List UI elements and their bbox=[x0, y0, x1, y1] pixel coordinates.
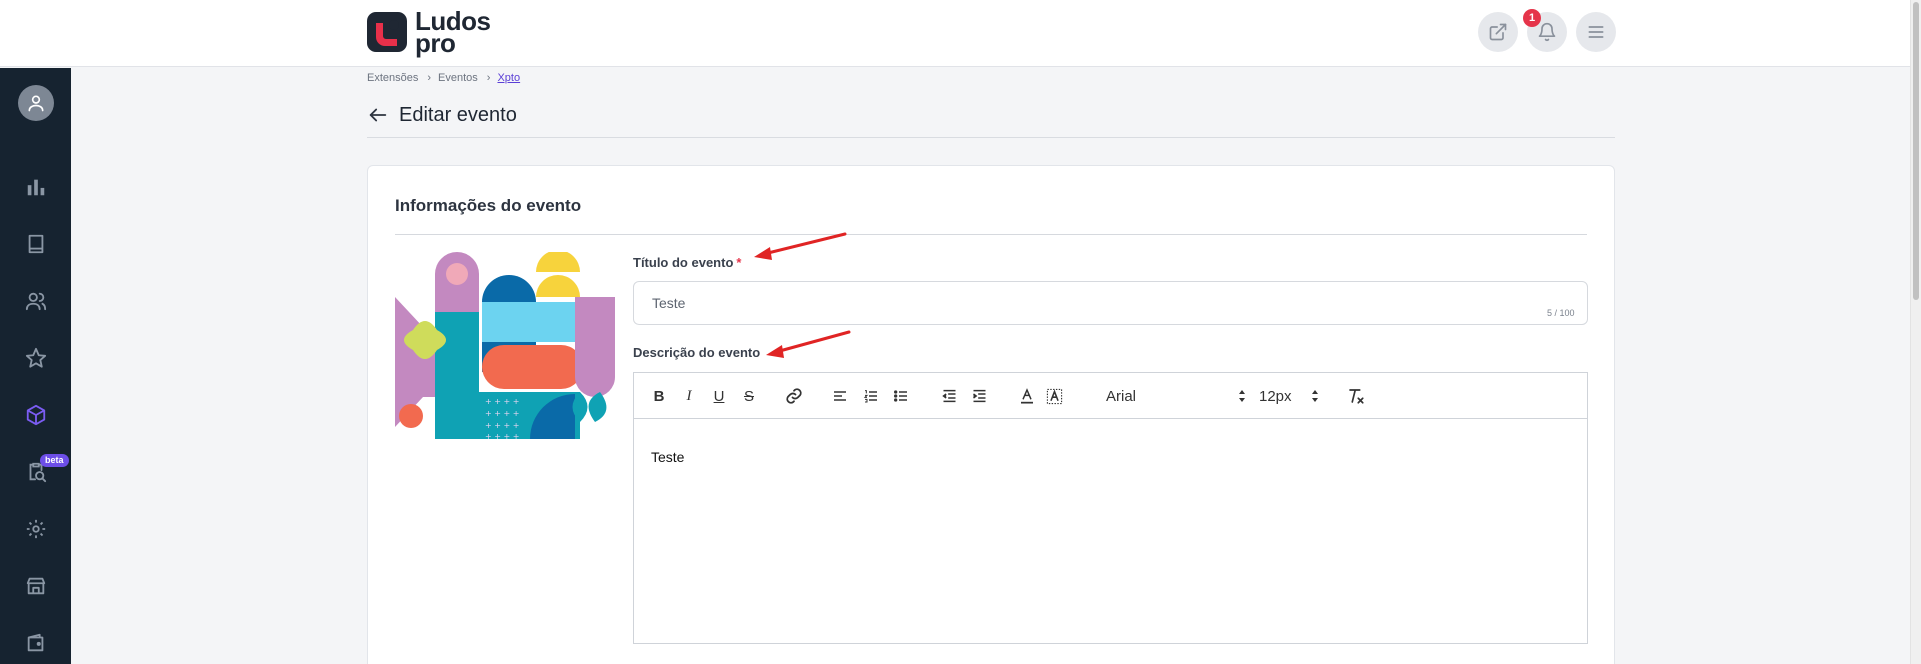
svg-text:+ + + +: + + + + bbox=[485, 409, 519, 418]
box-icon bbox=[26, 404, 45, 426]
indent-icon bbox=[972, 389, 985, 403]
sidebar-item-store[interactable] bbox=[0, 564, 71, 608]
rich-text-editor: B I U S Arial 12px Teste bbox=[633, 372, 1588, 644]
svg-text:+ + + +: + + + + bbox=[485, 397, 519, 406]
breadcrumb: Extensões › Eventos › Xpto bbox=[367, 72, 520, 84]
scrollbar-thumb[interactable] bbox=[1913, 2, 1919, 300]
title-char-counter: 5 / 100 bbox=[1547, 308, 1575, 318]
ordered-list-icon bbox=[863, 390, 877, 403]
event-image[interactable]: + + + + + + + + + + + + + + + + bbox=[395, 252, 615, 439]
notifications-button[interactable]: 1 bbox=[1523, 9, 1567, 52]
notification-count-badge: 1 bbox=[1523, 9, 1541, 27]
italic-button[interactable]: I bbox=[679, 386, 699, 406]
sidebar-item-courses[interactable] bbox=[0, 222, 71, 266]
external-link-button[interactable] bbox=[1478, 12, 1518, 52]
wallet-icon bbox=[27, 633, 43, 652]
chevron-right-icon: › bbox=[427, 72, 432, 84]
align-left-button[interactable] bbox=[830, 386, 850, 406]
menu-button[interactable] bbox=[1576, 12, 1616, 52]
event-title-input[interactable] bbox=[633, 281, 1588, 325]
title-label: Título do evento * bbox=[633, 255, 741, 270]
ordered-list-button[interactable] bbox=[861, 386, 881, 406]
gear-icon bbox=[26, 519, 45, 539]
title-label-text: Título do evento bbox=[633, 255, 734, 270]
sidebar-item-search[interactable]: beta bbox=[0, 450, 71, 494]
breadcrumb-item-extensions[interactable]: Extensões bbox=[367, 72, 418, 84]
breadcrumb-item-current[interactable]: Xpto bbox=[497, 72, 520, 84]
strikethrough-icon: S bbox=[743, 387, 754, 405]
font-family-value: Arial bbox=[1106, 387, 1137, 405]
chevron-right-icon: › bbox=[486, 72, 491, 84]
sort-arrows-icon bbox=[1239, 390, 1245, 402]
clear-format-button[interactable] bbox=[1346, 386, 1366, 406]
logo-text: Ludos pro bbox=[415, 8, 491, 56]
sidebar: beta bbox=[0, 68, 71, 664]
bar-chart-icon bbox=[27, 179, 44, 196]
logo-mark-icon bbox=[366, 9, 410, 55]
event-info-card: Informações do evento + + + + + + + + + + … bbox=[367, 165, 1615, 664]
underline-button[interactable]: U bbox=[709, 386, 729, 406]
top-bar: Ludos pro 1 bbox=[0, 0, 1910, 67]
bold-icon: B bbox=[653, 387, 665, 405]
sidebar-item-extensions[interactable] bbox=[0, 393, 71, 437]
link-button[interactable] bbox=[784, 386, 804, 406]
back-arrow-icon[interactable] bbox=[367, 104, 389, 126]
bold-button[interactable]: B bbox=[649, 386, 669, 406]
store-icon bbox=[26, 577, 45, 595]
sidebar-item-favorites[interactable] bbox=[0, 336, 71, 380]
top-actions: 1 bbox=[1478, 9, 1616, 52]
outdent-button[interactable] bbox=[939, 386, 959, 406]
bullet-list-icon bbox=[894, 390, 907, 402]
description-label: Descrição do evento bbox=[633, 345, 761, 360]
sidebar-item-wallet[interactable] bbox=[0, 621, 71, 664]
font-family-select[interactable]: Arial bbox=[1106, 386, 1246, 406]
page-title: Editar evento bbox=[399, 104, 517, 126]
indent-button[interactable] bbox=[969, 386, 989, 406]
font-size-value: 12px bbox=[1259, 387, 1292, 405]
strikethrough-button[interactable]: S bbox=[739, 386, 759, 406]
page-scrollbar[interactable] bbox=[1910, 0, 1921, 664]
highlight-color-button[interactable] bbox=[1044, 386, 1064, 406]
font-size-select[interactable]: 12px bbox=[1259, 386, 1319, 406]
description-editor-content[interactable]: Teste bbox=[634, 419, 1587, 495]
user-icon bbox=[28, 95, 44, 112]
hamburger-menu-icon bbox=[1588, 26, 1604, 38]
bell-icon bbox=[1538, 22, 1556, 42]
outdent-icon bbox=[941, 389, 955, 403]
italic-icon: I bbox=[686, 387, 692, 404]
divider bbox=[395, 234, 1587, 235]
highlight-color-icon bbox=[1046, 388, 1062, 404]
avatar bbox=[17, 85, 54, 121]
section-title: Informações do evento bbox=[395, 196, 582, 215]
required-asterisk: * bbox=[736, 255, 742, 270]
clear-format-icon bbox=[1349, 389, 1364, 404]
sidebar-item-settings[interactable] bbox=[0, 507, 71, 551]
breadcrumb-item-events[interactable]: Eventos bbox=[438, 72, 478, 84]
sidebar-item-avatar[interactable] bbox=[0, 81, 71, 125]
sidebar-item-dashboard[interactable] bbox=[0, 165, 71, 209]
svg-text:+ + + +: + + + + bbox=[485, 421, 519, 430]
sort-arrows-icon bbox=[1312, 390, 1318, 402]
align-left-icon bbox=[834, 391, 846, 401]
sidebar-item-users[interactable] bbox=[0, 279, 71, 323]
font-color-button[interactable] bbox=[1017, 386, 1037, 406]
link-icon bbox=[786, 388, 802, 404]
star-icon bbox=[25, 347, 46, 368]
description-text: Teste bbox=[651, 449, 685, 465]
font-color-icon bbox=[1021, 388, 1033, 404]
book-icon bbox=[28, 234, 43, 254]
app-logo[interactable]: Ludos pro bbox=[366, 8, 491, 56]
users-icon bbox=[25, 292, 46, 311]
editor-toolbar: B I U S Arial 12px bbox=[634, 373, 1587, 419]
beta-badge: beta bbox=[40, 454, 69, 467]
external-link-icon bbox=[1489, 23, 1507, 41]
bullet-list-button[interactable] bbox=[891, 386, 911, 406]
page-header: Editar evento bbox=[367, 102, 1615, 138]
underline-icon: U bbox=[713, 387, 725, 405]
svg-text:+ + + +: + + + + bbox=[485, 432, 519, 439]
